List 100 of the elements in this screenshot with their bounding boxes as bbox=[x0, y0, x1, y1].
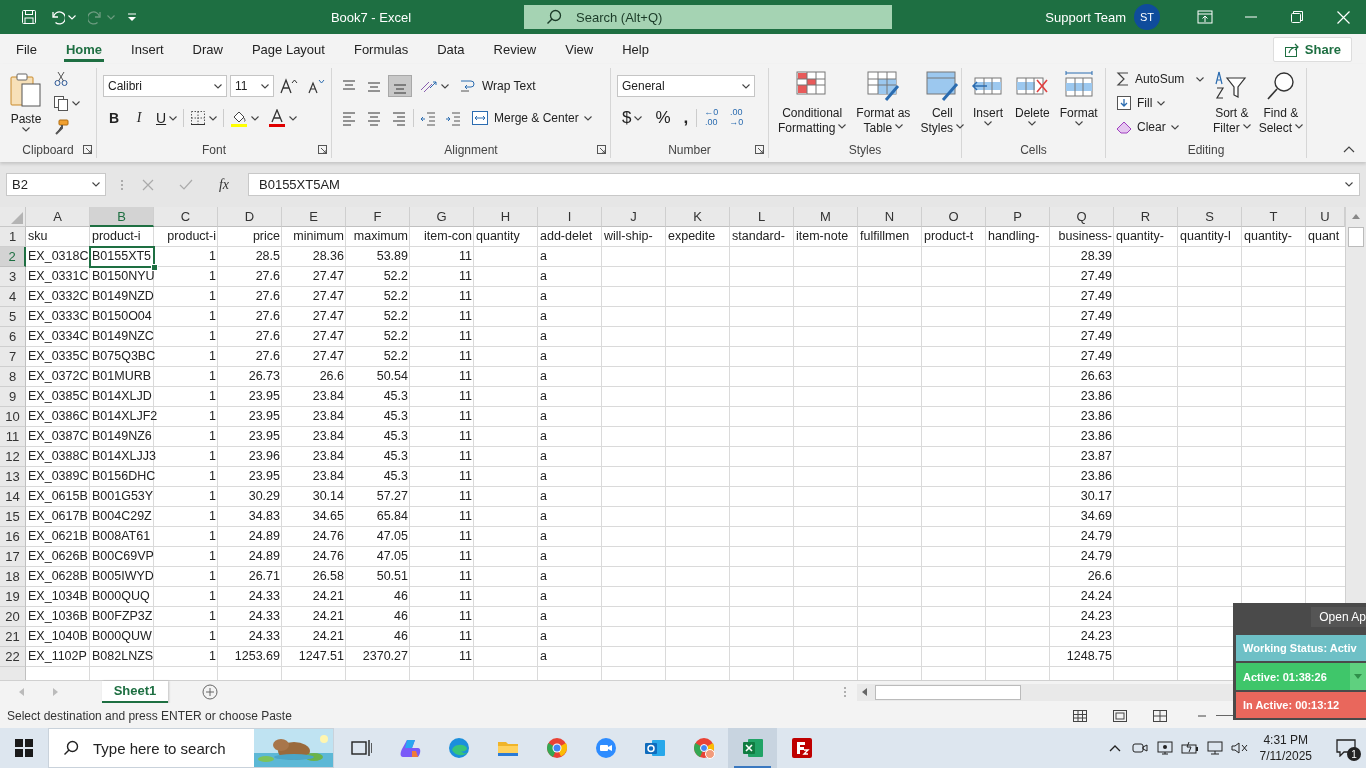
table-cell[interactable]: 53.89 bbox=[346, 247, 410, 267]
notifications-button[interactable]: 1 bbox=[1326, 728, 1366, 768]
table-cell[interactable]: 11 bbox=[410, 467, 474, 487]
table-cell[interactable]: 46 bbox=[346, 587, 410, 607]
table-cell[interactable]: EX_0387C bbox=[26, 427, 90, 447]
insert-function-button[interactable]: fx bbox=[210, 173, 238, 196]
table-cell[interactable]: 27.49 bbox=[1050, 287, 1114, 307]
column-header[interactable]: S bbox=[1178, 207, 1242, 227]
dialog-launcher[interactable] bbox=[83, 145, 92, 154]
column-header[interactable]: G bbox=[410, 207, 474, 227]
column-header[interactable]: U bbox=[1306, 207, 1345, 227]
table-cell[interactable]: 24.33 bbox=[218, 587, 282, 607]
table-cell[interactable]: a bbox=[538, 587, 602, 607]
table-cell[interactable]: a bbox=[538, 307, 602, 327]
table-cell[interactable]: 1 bbox=[154, 387, 218, 407]
menu-tab[interactable]: Data bbox=[427, 34, 475, 64]
table-cell[interactable]: 27.49 bbox=[1050, 327, 1114, 347]
table-cell[interactable]: B000QUQ bbox=[90, 587, 154, 607]
table-cell[interactable]: 1 bbox=[154, 587, 218, 607]
table-cell[interactable]: a bbox=[538, 547, 602, 567]
table-cell[interactable]: EX_1102P bbox=[26, 647, 90, 667]
row-header[interactable]: 8 bbox=[0, 367, 26, 387]
table-cell[interactable]: 11 bbox=[410, 567, 474, 587]
table-cell[interactable]: 28.39 bbox=[1050, 247, 1114, 267]
insert-button[interactable]: Insert bbox=[968, 68, 1008, 132]
table-cell[interactable]: 23.95 bbox=[218, 407, 282, 427]
table-cell[interactable]: 45.3 bbox=[346, 447, 410, 467]
table-cell[interactable]: 27.47 bbox=[282, 347, 346, 367]
table-cell[interactable]: 27.49 bbox=[1050, 307, 1114, 327]
table-cell[interactable]: 27.6 bbox=[218, 307, 282, 327]
table-cell[interactable]: 26.63 bbox=[1050, 367, 1114, 387]
table-cell[interactable]: 24.21 bbox=[282, 627, 346, 647]
row-header[interactable]: 12 bbox=[0, 447, 26, 467]
menu-tab[interactable]: Draw bbox=[182, 34, 233, 64]
table-cell[interactable]: 2370.27 bbox=[346, 647, 410, 667]
table-cell[interactable]: 27.49 bbox=[1050, 267, 1114, 287]
table-cell[interactable]: 23.84 bbox=[282, 447, 346, 467]
table-cell[interactable]: a bbox=[538, 467, 602, 487]
table-cell[interactable]: 23.84 bbox=[282, 387, 346, 407]
table-cell[interactable]: B075Q3BC bbox=[90, 347, 154, 367]
table-cell[interactable]: product-t bbox=[922, 227, 986, 247]
table-cell[interactable]: 24.76 bbox=[282, 527, 346, 547]
table-cell[interactable]: EX_0617B bbox=[26, 507, 90, 527]
table-cell[interactable]: 1248.75 bbox=[1050, 647, 1114, 667]
percent-button[interactable]: % bbox=[650, 107, 676, 129]
table-cell[interactable]: standard- bbox=[730, 227, 794, 247]
table-cell[interactable]: 34.83 bbox=[218, 507, 282, 527]
decrease-decimal-button[interactable]: .00 →0 bbox=[725, 106, 748, 130]
table-cell[interactable]: 26.71 bbox=[218, 567, 282, 587]
table-cell[interactable]: 50.51 bbox=[346, 567, 410, 587]
table-cell[interactable]: 24.23 bbox=[1050, 627, 1114, 647]
table-cell[interactable]: EX_0389C bbox=[26, 467, 90, 487]
table-cell[interactable]: product-i bbox=[154, 227, 218, 247]
table-cell[interactable]: B014XLJJ3 bbox=[90, 447, 154, 467]
table-cell[interactable]: a bbox=[538, 387, 602, 407]
table-cell[interactable]: 11 bbox=[410, 367, 474, 387]
table-cell[interactable]: 11 bbox=[410, 247, 474, 267]
table-cell[interactable]: 23.86 bbox=[1050, 407, 1114, 427]
number-format-field[interactable]: General bbox=[617, 75, 755, 97]
table-cell[interactable]: 11 bbox=[410, 327, 474, 347]
table-cell[interactable]: quantity-l bbox=[1178, 227, 1242, 247]
table-cell[interactable]: 23.84 bbox=[282, 427, 346, 447]
row-header[interactable]: 17 bbox=[0, 547, 26, 567]
table-cell[interactable]: add-delet bbox=[538, 227, 602, 247]
column-header[interactable]: E bbox=[282, 207, 346, 227]
column-header[interactable]: B bbox=[90, 207, 154, 227]
table-cell[interactable]: a bbox=[538, 607, 602, 627]
table-cell[interactable]: 24.89 bbox=[218, 527, 282, 547]
table-cell[interactable]: a bbox=[538, 447, 602, 467]
column-header[interactable]: T bbox=[1242, 207, 1306, 227]
table-cell[interactable]: 23.86 bbox=[1050, 387, 1114, 407]
row-header[interactable]: 15 bbox=[0, 507, 26, 527]
table-cell[interactable]: 1 bbox=[154, 347, 218, 367]
table-cell[interactable]: 11 bbox=[410, 647, 474, 667]
table-cell[interactable]: 24.79 bbox=[1050, 527, 1114, 547]
table-cell[interactable]: 24.33 bbox=[218, 627, 282, 647]
row-header[interactable]: 5 bbox=[0, 307, 26, 327]
table-cell[interactable]: a bbox=[538, 527, 602, 547]
table-cell[interactable]: EX_0318C bbox=[26, 247, 90, 267]
share-button[interactable]: Share bbox=[1272, 37, 1352, 62]
table-cell[interactable]: 30.14 bbox=[282, 487, 346, 507]
table-cell[interactable]: a bbox=[538, 507, 602, 527]
table-cell[interactable]: 23.84 bbox=[282, 407, 346, 427]
row-header[interactable]: 19 bbox=[0, 587, 26, 607]
table-cell[interactable]: a bbox=[538, 267, 602, 287]
table-cell[interactable]: 24.23 bbox=[1050, 607, 1114, 627]
table-cell[interactable]: 23.87 bbox=[1050, 447, 1114, 467]
row-header[interactable]: 3 bbox=[0, 267, 26, 287]
table-cell[interactable]: 1 bbox=[154, 647, 218, 667]
table-cell[interactable]: 11 bbox=[410, 607, 474, 627]
cell-styles-button[interactable]: Cell Styles bbox=[917, 68, 968, 138]
table-cell[interactable]: 1 bbox=[154, 287, 218, 307]
table-cell[interactable]: 45.3 bbox=[346, 427, 410, 447]
table-cell[interactable]: quantity- bbox=[1114, 227, 1178, 247]
table-cell[interactable]: B0149NZC bbox=[90, 327, 154, 347]
column-header[interactable]: N bbox=[858, 207, 922, 227]
table-cell[interactable]: 24.21 bbox=[282, 587, 346, 607]
table-cell[interactable]: EX_0615B bbox=[26, 487, 90, 507]
table-cell[interactable]: 1 bbox=[154, 547, 218, 567]
dialog-launcher[interactable] bbox=[318, 145, 327, 154]
